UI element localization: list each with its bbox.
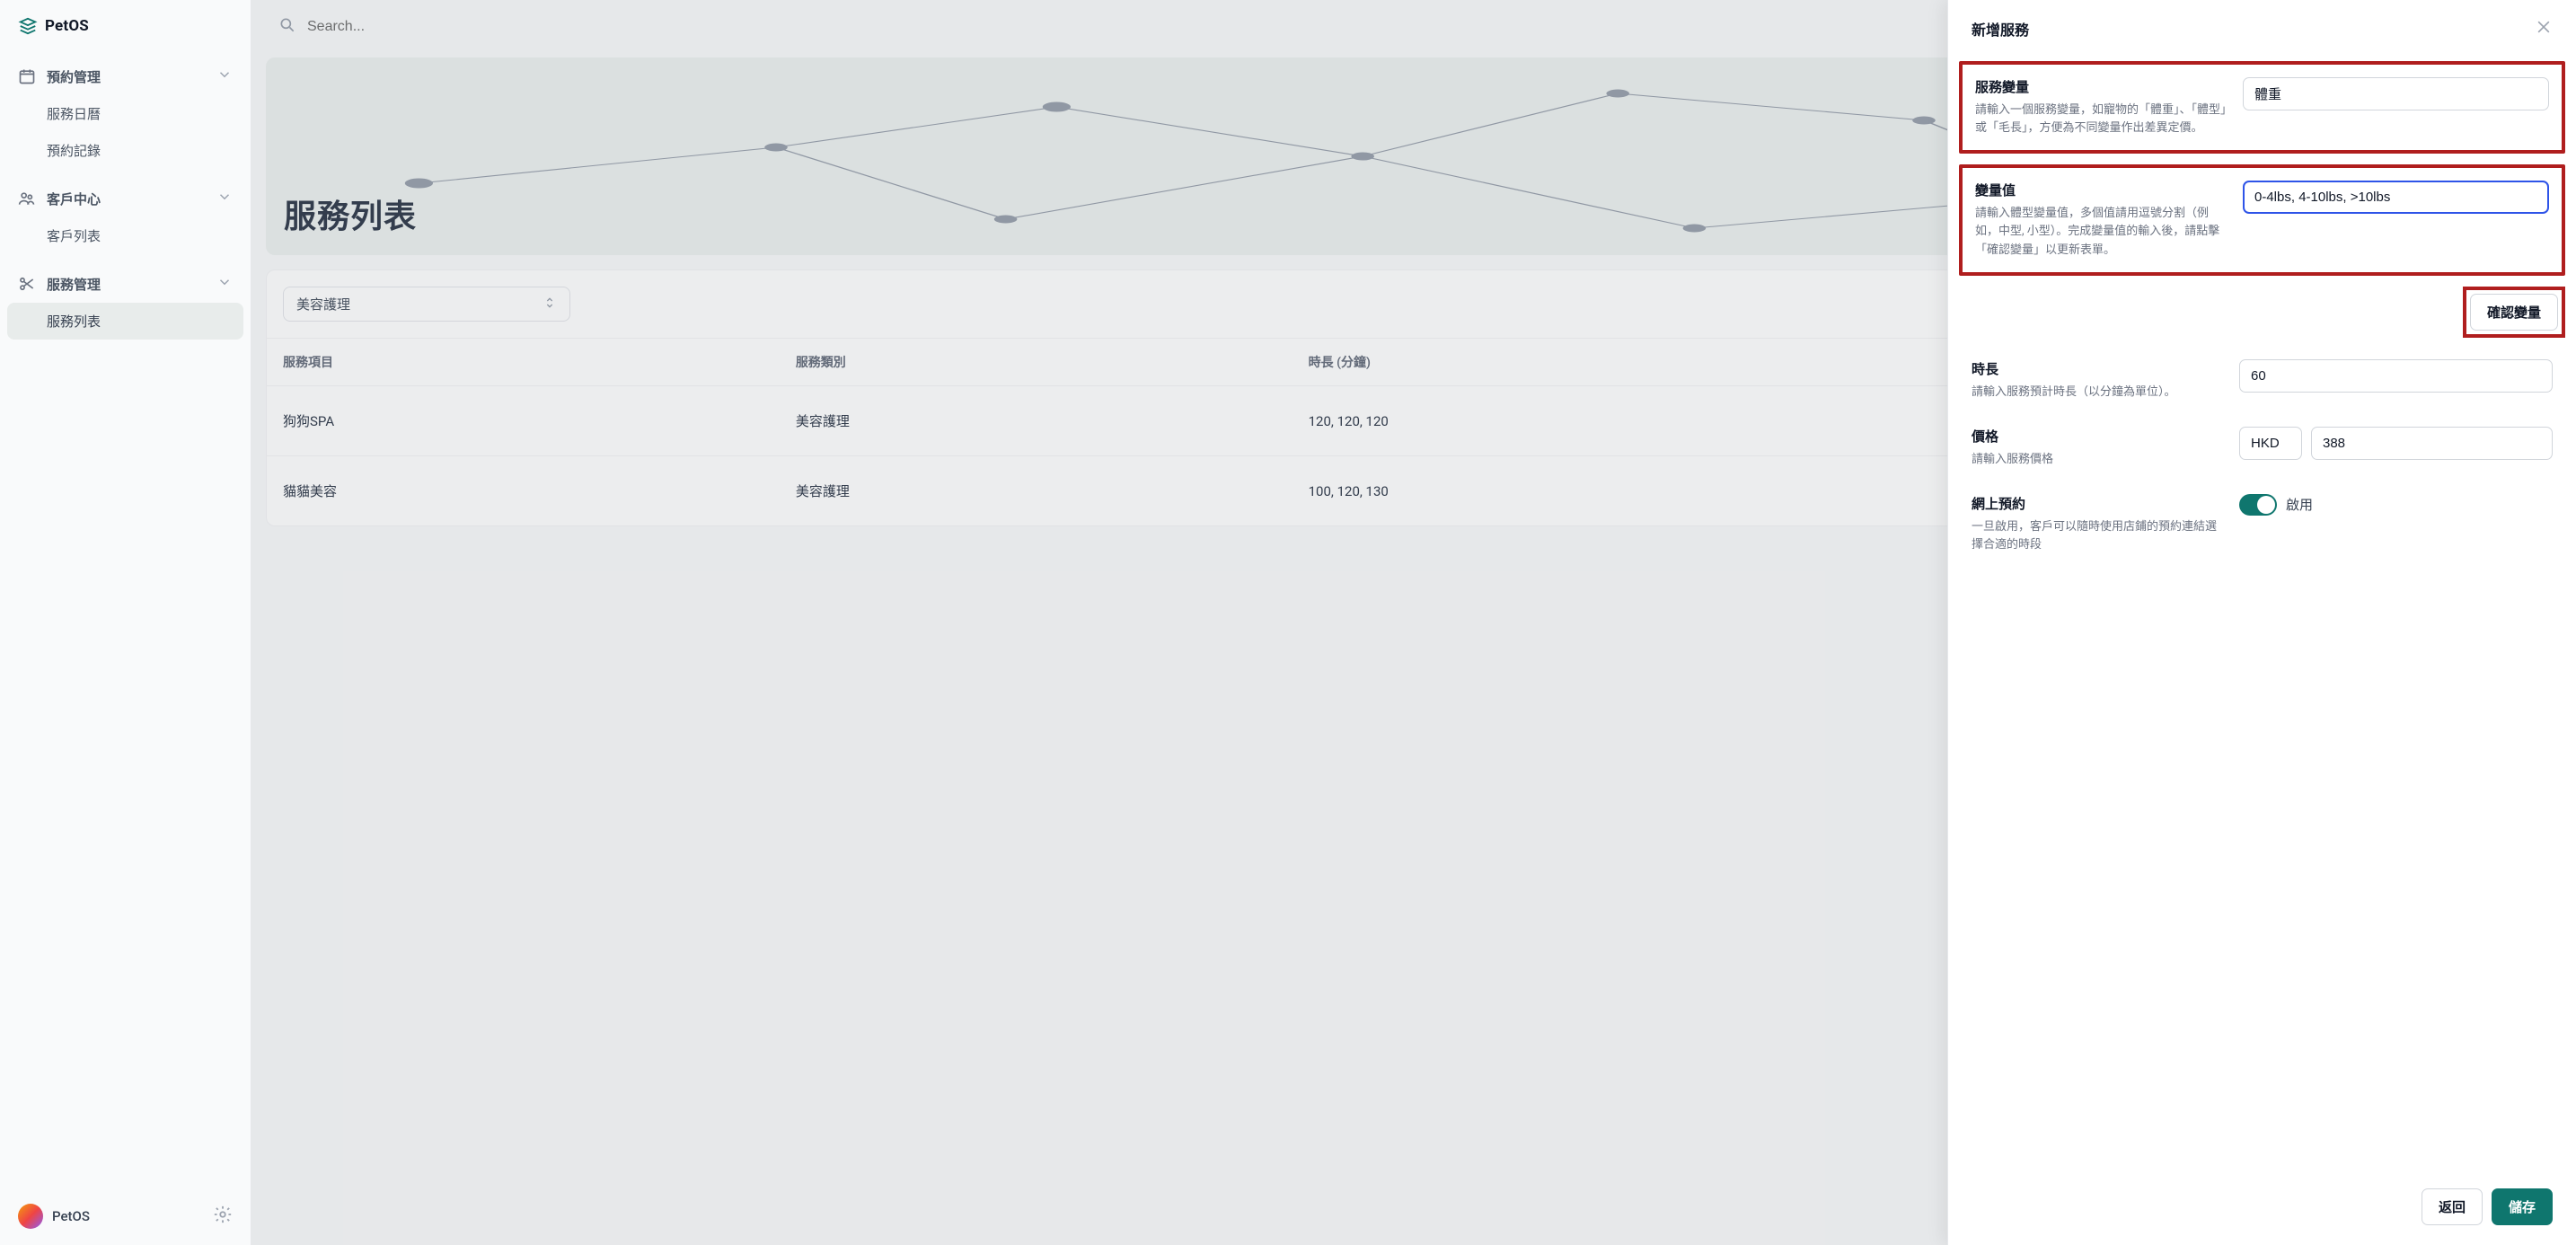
desc-values: 請輸入體型變量值，多個值請用逗號分割（例如，中型, 小型）。完成變量值的輸入後，… [1975,205,2227,259]
sidebar-header: PetOS [0,0,251,57]
chevron-down-icon [216,66,233,86]
logo-icon [18,16,38,36]
nav-group-booking[interactable]: 預約管理 [7,57,243,95]
avatar[interactable] [18,1204,43,1229]
sidebar-footer: PetOS [0,1188,251,1245]
toggle-online[interactable] [2239,494,2277,516]
gear-icon[interactable] [213,1205,233,1228]
label-duration: 時長 [1972,359,2223,378]
desc-price: 請輸入服務價格 [1972,451,2223,469]
field-duration: 時長 請輸入服務預計時長（以分鐘為單位）。 [1972,347,2553,414]
label-price: 價格 [1972,427,2223,446]
page-title: 服務列表 [266,190,435,255]
th-category: 服務類別 [780,339,1292,386]
th-name: 服務項目 [267,339,780,386]
panel-title: 新增服務 [1972,18,2029,40]
input-variable[interactable] [2243,77,2549,110]
save-button[interactable]: 儲存 [2492,1188,2553,1225]
nav-item-calendar[interactable]: 服務日曆 [7,95,243,132]
input-price[interactable] [2311,427,2553,460]
confirm-variable-button[interactable]: 確認變量 [2470,294,2558,331]
search-icon [278,16,296,38]
nav-group-customers[interactable]: 客戶中心 [7,180,243,217]
field-price: 價格 請輸入服務價格 [1972,414,2553,481]
nav-group-label: 客戶中心 [47,190,101,208]
users-icon [18,190,36,208]
toggle-label: 啟用 [2286,495,2313,514]
footer-user-name: PetOS [52,1208,90,1224]
panel-body: 服務變量 請輸入一個服務變量，如寵物的「體重」、「體型」或「毛長」，方便為不同變… [1948,57,2576,1173]
nav-item-customer-list[interactable]: 客戶列表 [7,217,243,254]
brand-name: PetOS [45,17,89,35]
select-value: 美容護理 [296,295,350,313]
input-duration[interactable] [2239,359,2553,393]
side-panel: 新增服務 服務變量 請輸入一個服務變量，如寵物的「體重」、「體型」或「毛長」，方… [1947,0,2576,1245]
calendar-icon [18,67,36,85]
desc-variable: 請輸入一個服務變量，如寵物的「體重」、「體型」或「毛長」，方便為不同變量作出差異… [1975,102,2227,137]
close-icon[interactable] [2535,18,2553,40]
panel-header: 新增服務 [1948,0,2576,57]
chevron-down-icon [216,189,233,208]
desc-online: 一旦啟用，客戶可以隨時使用店鋪的預約連結選擇合適的時段 [1972,518,2223,554]
back-button[interactable]: 返回 [2422,1188,2483,1225]
nav-group-label: 服務管理 [47,275,101,294]
category-select[interactable]: 美容護理 [283,287,570,322]
chevron-down-icon [216,274,233,294]
nav-item-records[interactable]: 預約記錄 [7,132,243,169]
label-variable: 服務變量 [1975,77,2227,96]
sidebar: PetOS 預約管理 服務日曆 預約記錄 [0,0,251,1245]
th-duration: 時長 (分鐘) [1292,339,1961,386]
field-online-booking: 網上預約 一旦啟用，客戶可以隨時使用店鋪的預約連結選擇合適的時段 啟用 [1972,481,2553,567]
nav-group-label: 預約管理 [47,67,101,86]
input-currency[interactable] [2239,427,2302,460]
updown-icon [543,296,557,313]
confirm-row: 確認變量 [1959,287,2565,338]
nav: 預約管理 服務日曆 預約記錄 客戶中心 [0,57,251,1188]
scissors-icon [18,275,36,293]
label-values: 變量值 [1975,181,2227,199]
label-online: 網上預約 [1972,494,2223,513]
nav-group-services[interactable]: 服務管理 [7,265,243,303]
field-variable-values: 變量值 請輸入體型變量值，多個值請用逗號分割（例如，中型, 小型）。完成變量值的… [1959,164,2565,275]
desc-duration: 請輸入服務預計時長（以分鐘為單位）。 [1972,384,2223,402]
field-service-variable: 服務變量 請輸入一個服務變量，如寵物的「體重」、「體型」或「毛長」，方便為不同變… [1959,61,2565,154]
nav-item-service-list[interactable]: 服務列表 [7,303,243,340]
input-values[interactable] [2243,181,2549,214]
panel-footer: 返回 儲存 [1948,1173,2576,1245]
